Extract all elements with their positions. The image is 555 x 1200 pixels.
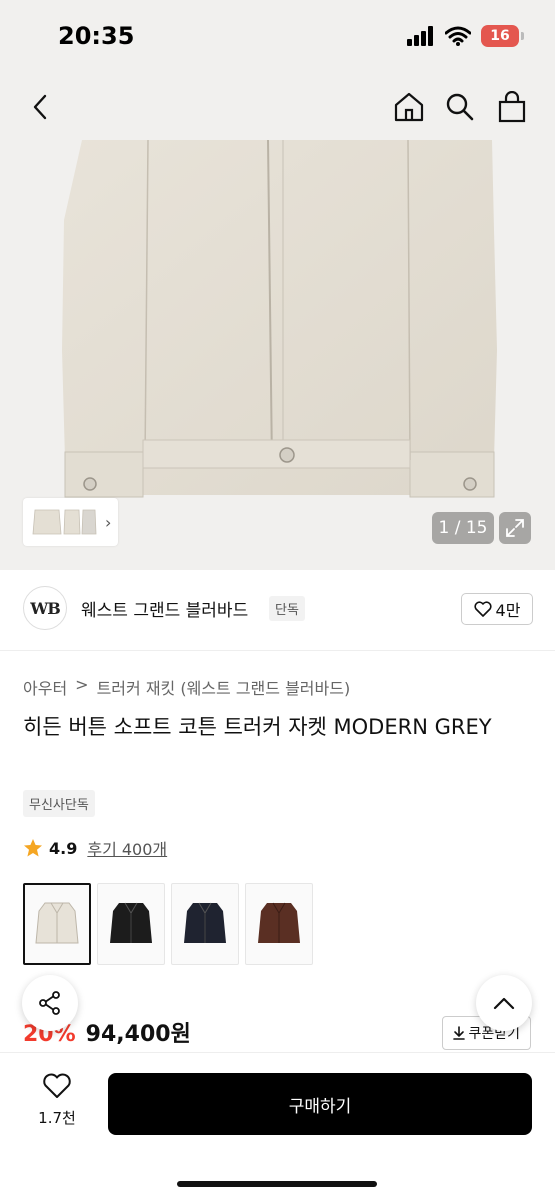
divider (0, 650, 555, 651)
color-option-beige[interactable] (23, 883, 91, 965)
thumbnail-strip[interactable]: › (23, 498, 118, 546)
heart-icon (43, 1073, 71, 1098)
status-bar: 20:35 16 (0, 0, 555, 75)
color-options (23, 883, 313, 965)
brand-like-button[interactable]: 4만 (461, 593, 533, 625)
shopping-bag-icon (498, 91, 526, 123)
exclusive-tag: 무신사단독 (23, 790, 95, 817)
buy-button[interactable]: 구매하기 (108, 1073, 532, 1135)
jacket-thumbnail (110, 902, 152, 943)
share-button[interactable] (22, 975, 78, 1031)
status-time: 20:35 (58, 22, 135, 50)
scroll-top-button[interactable] (476, 975, 532, 1031)
color-option-navy[interactable] (171, 883, 239, 965)
breadcrumb-category[interactable]: 아우터 (23, 675, 67, 699)
cellular-signal-icon (407, 26, 433, 46)
expand-icon (506, 519, 524, 537)
chevron-up-icon (493, 997, 515, 1010)
brand-logo[interactable]: WB (23, 586, 67, 630)
product-image-gallery[interactable]: › 1 / 15 (0, 140, 555, 570)
back-button[interactable] (20, 87, 60, 127)
cart-button[interactable] (492, 87, 532, 127)
search-icon (446, 93, 474, 121)
brand-like-count: 4만 (495, 601, 521, 620)
top-nav (0, 75, 555, 140)
breadcrumb: 아우터 > 트러커 재킷 (웨스트 그랜드 블러바드) (23, 675, 350, 699)
bottom-action-bar: 1.7천 구매하기 (0, 1052, 555, 1200)
wifi-icon (445, 26, 471, 46)
image-counter: 1 / 15 (432, 512, 494, 544)
color-option-black[interactable] (97, 883, 165, 965)
jacket-thumbnail (35, 902, 79, 944)
brand-row: WB 웨스트 그랜드 블러바드 단독 4만 (23, 586, 533, 632)
search-button[interactable] (440, 87, 480, 127)
chevron-left-icon (33, 94, 47, 120)
home-icon (394, 92, 424, 122)
breadcrumb-separator: > (75, 675, 89, 694)
sale-price: 94,400원 (85, 1022, 191, 1047)
product-title: 히든 버튼 소프트 코튼 트러커 자켓 MODERN GREY (23, 715, 492, 739)
home-indicator (177, 1181, 377, 1187)
brand-exclusive-badge: 단독 (269, 596, 305, 621)
star-icon (24, 839, 42, 857)
rating: 4.9 후기 400개 (23, 836, 167, 860)
wishlist-count: 1.7천 (38, 1109, 76, 1127)
wishlist-button[interactable]: 1.7천 (22, 1073, 92, 1128)
jacket-thumbnail (184, 902, 226, 943)
status-icons: 16 (407, 25, 524, 47)
heart-icon (474, 601, 492, 617)
download-icon (453, 1026, 466, 1040)
brand-name[interactable]: 웨스트 그랜드 블러바드 (81, 596, 248, 621)
thumbnail-image (32, 509, 97, 535)
share-icon (39, 991, 60, 1015)
jacket-thumbnail (258, 902, 300, 943)
color-option-brown[interactable] (245, 883, 313, 965)
battery-icon: 16 (481, 25, 524, 47)
breadcrumb-subcategory[interactable]: 트러커 재킷 (웨스트 그랜드 블러바드) (97, 675, 351, 699)
chevron-right-icon: › (105, 512, 112, 532)
rating-score: 4.9 (49, 838, 78, 858)
review-link[interactable]: 후기 400개 (87, 836, 167, 860)
expand-button[interactable] (499, 512, 531, 544)
home-button[interactable] (389, 87, 429, 127)
